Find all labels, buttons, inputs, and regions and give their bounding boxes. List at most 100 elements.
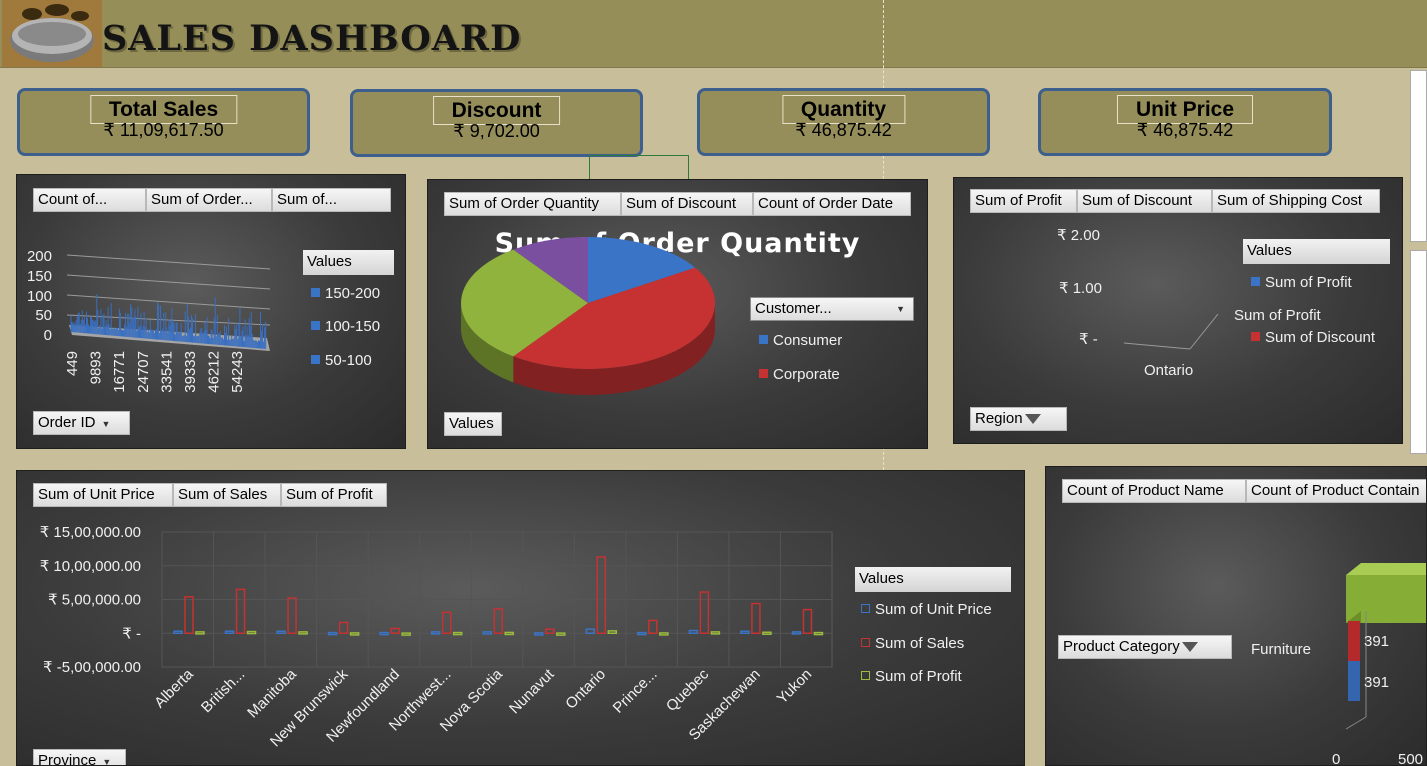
province-sales-panel: Sum of Unit Price Sum of Sales Sum of Pr… (16, 470, 1025, 766)
axis-button-label: Region (975, 410, 1023, 427)
x-tick-label: Ontario (1144, 362, 1194, 379)
furniture-bar-top-face (1346, 563, 1426, 575)
legend-swatch (1251, 332, 1260, 341)
legend-swatch (311, 321, 320, 330)
x-tick-label: 46212 (206, 351, 223, 393)
x-tick-label: Quebec (663, 665, 713, 715)
bar-sum-of-unit-price (688, 629, 699, 635)
axis-button-order-id[interactable]: Order ID ▼ (33, 411, 130, 435)
axis-button-label: Order ID (38, 414, 96, 431)
data-label: 391 (1364, 674, 1390, 691)
legend-label: Sum of Sales (875, 635, 965, 652)
bar-sum-of-unit-price (740, 630, 750, 635)
bar-sum-of-sales (184, 596, 194, 635)
y-tick-label: ₹ - (122, 625, 141, 642)
legend-label: Sum of Unit Price (875, 601, 992, 618)
bar-sum-of-unit-price (276, 630, 286, 635)
legend-label: Consumer (773, 332, 843, 349)
dropdown-arrow-icon: ▼ (102, 757, 112, 766)
kpi-value: ₹ 11,09,617.50 (103, 120, 224, 140)
order-id-chart: 200 150 100 50 0 449 9893 16771 24707 33541 39333 4… (27, 248, 271, 393)
bar-sum-of-profit (349, 632, 360, 636)
axis-line (1123, 342, 1191, 350)
legend-swatch (311, 355, 320, 364)
bar-sum-red (1348, 621, 1360, 661)
x-tick-label: 0 (1332, 751, 1341, 766)
region-profit-chart (1123, 313, 1219, 350)
legend-label: Corporate (773, 366, 840, 383)
y-tick-label: 0 (44, 327, 52, 344)
product-category-panel: Count of Product Name Count of Product C… (1045, 466, 1427, 766)
bar-sum-of-unit-price (585, 628, 596, 634)
y-tick-label: ₹ 15,00,000.00 (40, 524, 141, 541)
axis-button-province[interactable]: Province ▼ (33, 749, 126, 766)
legend-swatch (311, 288, 320, 297)
legend-item-sales: Sum of Sales (861, 635, 964, 652)
legend-item-100-150: 100-150 (311, 318, 380, 335)
legend-label: 100-150 (325, 318, 381, 335)
x-tick-label: 500 (1398, 751, 1424, 766)
product-category-chart (1345, 563, 1426, 730)
dropdown-arrow-icon: ▼ (101, 419, 111, 429)
y-tick-label: 200 (27, 248, 52, 265)
bar-sum-of-sales (338, 621, 349, 634)
y-tick-label: 150 (27, 268, 52, 285)
y-tick-label: 100 (27, 288, 52, 305)
legend-filter-customer[interactable]: Customer... ▼ (750, 297, 914, 321)
y-tick-label: ₹ 10,00,000.00 (40, 558, 141, 575)
kpi-total-sales: Total Sales ₹ 11,09,617.50 (17, 88, 310, 156)
bar-sum-of-unit-price (534, 632, 544, 636)
legend-label: Sum of Profit (875, 668, 962, 685)
gridline (66, 294, 271, 310)
order-quantity-pie-panel: Sum of Order Quantity Sum of Discount Co… (427, 179, 928, 449)
y-tick-label: ₹ -5,00,000.00 (43, 659, 141, 676)
legend-swatch (1251, 277, 1260, 286)
legend-title: Values (303, 250, 394, 275)
legend-swatch (759, 335, 768, 344)
kpi-unit-price: Unit Price ₹ 46,875.42 (1038, 88, 1332, 156)
legend-swatch (861, 604, 870, 613)
bar-sum-of-sales (699, 591, 710, 634)
bar-sum-of-sales (390, 627, 400, 634)
bar-sum-of-unit-price (224, 630, 235, 635)
x-tick-label: Alberta (151, 665, 197, 711)
legend-item-consumer: Consumer (759, 332, 842, 349)
legend-swatch (861, 671, 870, 680)
legend-swatch (759, 369, 768, 378)
bar-sum-of-sales (441, 611, 452, 634)
x-tick-label: Ontario (562, 666, 609, 713)
values-button[interactable]: Values (444, 412, 502, 436)
bar-sum-of-sales (802, 608, 813, 634)
bar-sum-of-sales (596, 556, 607, 634)
axis-line (1345, 716, 1367, 730)
axis-line (1189, 313, 1219, 350)
gridline (66, 254, 271, 270)
bar-sum-of-sales (751, 602, 761, 635)
legend-label: Sum of Profit (1265, 274, 1352, 291)
bar-sum-of-profit (659, 632, 669, 636)
kpi-quantity: Quantity ₹ 46,875.42 (697, 88, 990, 156)
series-label: Sum of Profit (1234, 307, 1321, 324)
bar-sum-blue (1348, 661, 1360, 701)
filter-icon (1024, 414, 1041, 425)
order-id-chart-panel: Count of... Sum of Order... Sum of... 20… (16, 174, 406, 449)
bar-sum-of-profit (401, 632, 411, 636)
legend-label: 150-200 (325, 285, 381, 302)
legend-item-corporate: Corporate (759, 366, 840, 383)
kpi-value: ₹ 46,875.42 (1136, 120, 1234, 140)
province-sales-chart: ₹ 15,00,000.00 ₹ 10,00,000.00 ₹ 5,00,000.0… (40, 524, 833, 750)
bar-sum-of-sales (648, 619, 658, 635)
legend-item-unit-price: Sum of Unit Price (861, 601, 992, 618)
page-title: SALES DASHBOARD (102, 18, 522, 59)
axis-button-region[interactable]: Region (970, 407, 1067, 431)
bar-sum-of-unit-price (173, 630, 183, 635)
legend-swatch (861, 638, 870, 647)
x-tick-label: 33541 (158, 351, 175, 393)
legend-label: Sum of Discount (1265, 329, 1376, 346)
bar-sum-of-profit (556, 632, 566, 636)
region-profit-panel: Sum of Profit Sum of Discount Sum of Shi… (953, 177, 1403, 444)
axis-button-label: Province (38, 752, 97, 766)
x-tick-label: British... (198, 666, 248, 716)
legend-item-profit: Sum of Profit (861, 668, 962, 685)
logo (2, 0, 102, 67)
